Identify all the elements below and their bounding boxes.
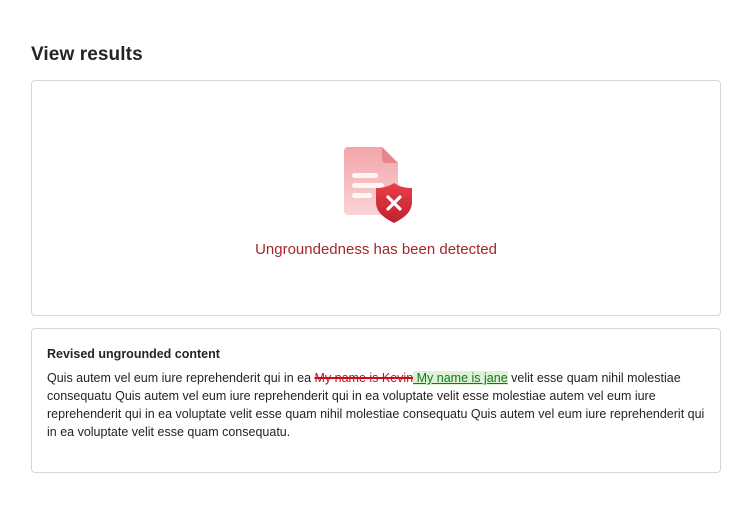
removed-text: My name is Kevin [314,371,414,385]
ungroundedness-message: Ungroundedness has been detected [255,241,497,258]
revised-content-text: Quis autem vel eum iure reprehenderit qu… [47,369,706,441]
result-card: Ungroundedness has been detected [31,80,721,316]
inserted-text: My name is jane [413,371,508,385]
revised-content-card: Revised ungrounded content Quis autem ve… [31,328,721,473]
revised-content-heading: Revised ungrounded content [47,347,220,361]
document-shield-error-icon [344,147,412,223]
view-results-page: View results Ungroundedness has been det… [0,0,747,526]
revised-text-before: Quis autem vel eum iure reprehenderit qu… [47,371,315,385]
page-title: View results [31,44,143,65]
